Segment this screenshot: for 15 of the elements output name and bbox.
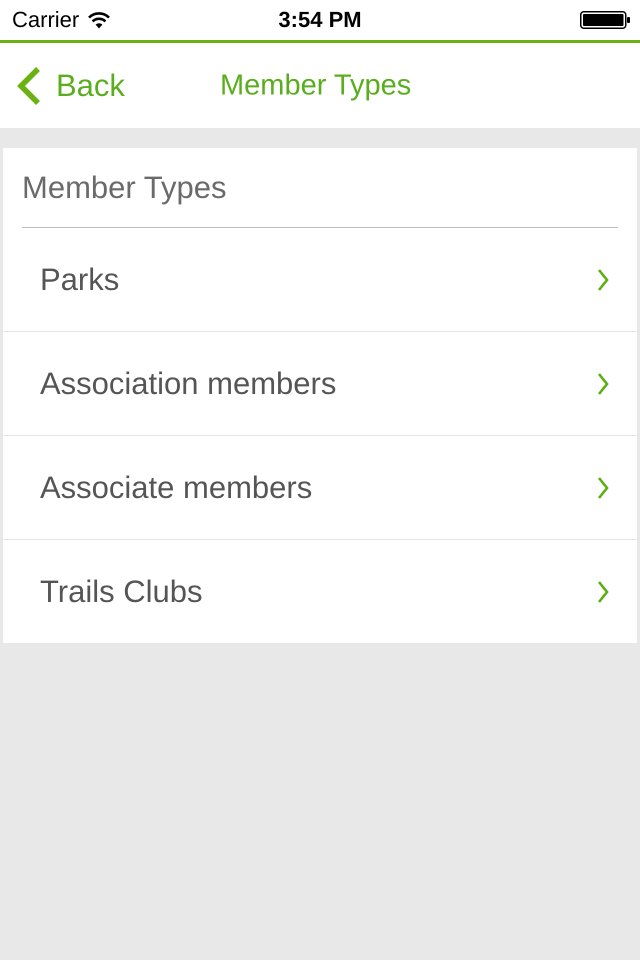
nav-title: Member Types [220,69,412,102]
chevron-right-icon [597,580,609,604]
item-label: Trails Clubs [40,574,202,610]
item-label: Association members [40,366,336,402]
section-header: Member Types [22,170,226,206]
chevron-left-icon [16,66,42,106]
battery-icon [580,11,630,29]
chevron-right-icon [597,476,609,500]
carrier-name: Carrier [12,7,80,33]
wifi-icon [87,12,112,28]
chevron-right-icon [597,268,609,292]
status-time: 3:54 PM [278,7,362,33]
item-label: Parks [40,262,120,298]
item-label: Associate members [40,470,312,506]
chevron-right-icon [597,372,609,396]
